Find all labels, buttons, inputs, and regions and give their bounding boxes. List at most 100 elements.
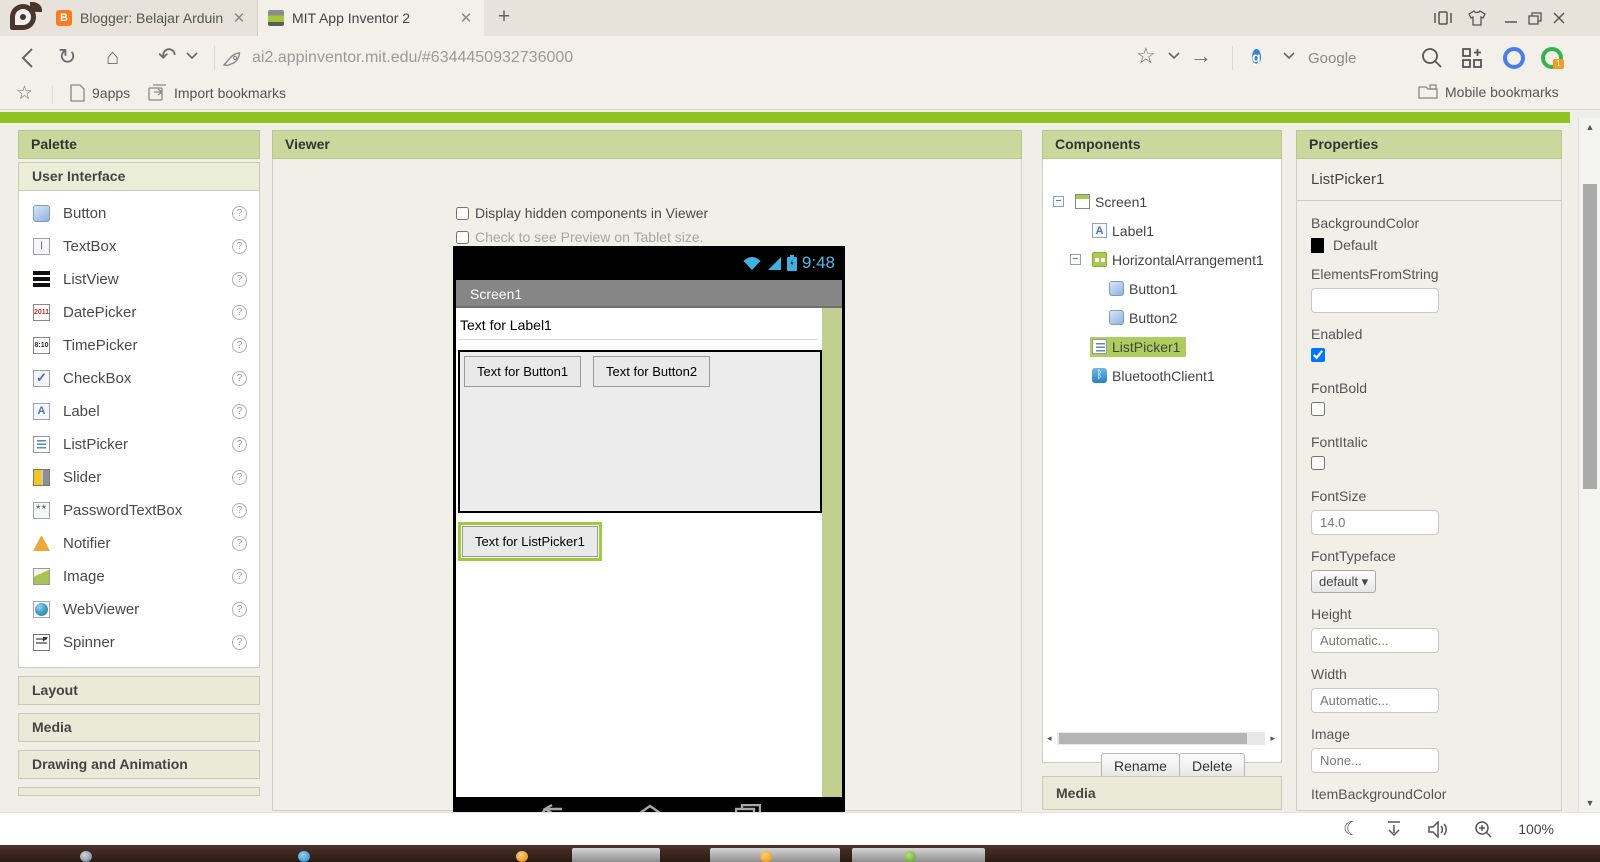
help-icon[interactable]: ? [232, 536, 247, 551]
help-icon[interactable]: ? [232, 239, 247, 254]
label1-component[interactable]: Text for Label1 [458, 314, 818, 340]
search-icon[interactable] [1420, 46, 1444, 70]
tree-item-bluetoothclient1[interactable]: ᛒ BluetoothClient1 [1090, 361, 1221, 390]
close-button[interactable] [1548, 8, 1570, 28]
property-checkbox[interactable] [1311, 348, 1325, 362]
favorite-dropdown-icon[interactable] [1168, 52, 1180, 60]
tree-selection-highlight[interactable]: ListPicker1 [1090, 336, 1187, 357]
help-icon[interactable]: ? [232, 371, 247, 386]
property-input[interactable] [1311, 288, 1439, 313]
tab-close-icon[interactable]: ✕ [458, 9, 474, 27]
taskbar-icon[interactable] [298, 851, 310, 862]
color-picker[interactable]: Default [1311, 237, 1547, 253]
theme-icon[interactable] [1466, 8, 1488, 28]
tablet-preview-option[interactable]: Check to see Preview on Tablet size. [456, 229, 704, 245]
restore-button[interactable] [1524, 8, 1546, 28]
apps-grid-icon[interactable] [1460, 46, 1484, 70]
undo-button[interactable]: ↶ [158, 45, 176, 67]
scroll-up-arrow-icon[interactable]: ▲ [1579, 118, 1600, 136]
help-icon[interactable]: ? [232, 206, 247, 221]
help-icon[interactable]: ? [232, 437, 247, 452]
taskbar-icon[interactable] [516, 851, 528, 862]
palette-section-partial[interactable] [18, 787, 260, 796]
tree-item-screen1[interactable]: − Screen1 [1053, 187, 1153, 216]
mobile-bookmarks[interactable]: Mobile bookmarks [1418, 84, 1559, 100]
favorite-star-icon[interactable]: ☆ [1136, 45, 1156, 67]
property-input[interactable] [1311, 510, 1439, 535]
taskbar-icon[interactable] [80, 851, 92, 862]
download-icon[interactable] [1386, 820, 1402, 838]
palette-item-label[interactable]: A Label? [19, 395, 259, 428]
help-icon[interactable]: ? [232, 569, 247, 584]
tab-close-icon[interactable]: ✕ [231, 9, 247, 27]
property-input[interactable] [1311, 748, 1439, 773]
reading-mode-icon[interactable] [1432, 8, 1454, 28]
add-bookmark-star-icon[interactable]: ☆ [16, 82, 33, 105]
scroll-right-arrow-icon[interactable]: ▸ [1265, 733, 1275, 744]
palette-section-media[interactable]: Media [18, 713, 260, 742]
search-engine-dropdown-icon[interactable] [1283, 52, 1295, 60]
url-text[interactable]: ai2.appinventor.mit.edu/#634445093273600… [252, 49, 573, 67]
scrollbar-thumb[interactable] [1583, 184, 1597, 489]
palette-item-button[interactable]: Button? [19, 197, 259, 230]
property-input[interactable] [1311, 628, 1439, 653]
tab-blogger[interactable]: B Blogger: Belajar Arduino - ✕ [46, 0, 258, 36]
tree-item-content[interactable]: Button2 [1107, 308, 1183, 328]
horizontal-arrangement-component[interactable]: Text for Button1 Text for Button2 [458, 350, 822, 513]
home-button[interactable]: ⌂ [106, 46, 119, 68]
taskbar-app-button[interactable] [710, 848, 840, 862]
reload-button[interactable]: ↻ [58, 46, 76, 68]
address-bar[interactable]: ai2.appinventor.mit.edu/#634445093273600… [222, 44, 573, 72]
download-manager-icon[interactable]: 1 [1541, 47, 1564, 69]
speaker-icon[interactable] [1428, 820, 1448, 838]
help-icon[interactable]: ? [232, 503, 247, 518]
minimize-button[interactable] [1500, 8, 1522, 28]
tree-item-button1[interactable]: Button1 [1107, 274, 1183, 303]
search-engine-label[interactable]: Google [1308, 50, 1356, 67]
collapse-expander-icon[interactable]: − [1070, 254, 1081, 265]
property-checkbox[interactable] [1311, 456, 1325, 470]
go-arrow-icon[interactable]: → [1190, 45, 1212, 67]
display-hidden-components-option[interactable]: Display hidden components in Viewer [456, 205, 708, 221]
import-bookmarks[interactable]: Import bookmarks [148, 84, 286, 101]
property-input[interactable] [1311, 688, 1439, 713]
help-icon[interactable]: ? [232, 305, 247, 320]
palette-item-webviewer[interactable]: WebViewer? [19, 593, 259, 626]
search-engine-icon[interactable]: g [1252, 47, 1261, 68]
palette-section-layout[interactable]: Layout [18, 676, 260, 705]
tab-app-inventor[interactable]: MIT App Inventor 2 ✕ [258, 0, 484, 36]
page-vertical-scrollbar[interactable]: ▲ ▼ [1578, 118, 1600, 812]
collapse-expander-icon[interactable]: − [1053, 196, 1064, 207]
palette-item-image[interactable]: Image? [19, 560, 259, 593]
property-dropdown[interactable]: default ▾ [1311, 570, 1377, 593]
palette-item-timepicker[interactable]: 8:10 TimePicker? [19, 329, 259, 362]
taskbar-app-button[interactable] [852, 848, 985, 862]
tree-item-listpicker1[interactable]: ListPicker1 [1090, 332, 1187, 361]
help-icon[interactable]: ? [232, 635, 247, 650]
tree-item-horizontalarrangement1[interactable]: − HorizontalArrangement1 [1070, 245, 1270, 274]
components-horizontal-scrollbar[interactable]: ◂ ▸ [1047, 731, 1275, 746]
palette-item-listpicker[interactable]: ListPicker? [19, 428, 259, 461]
bookmark-9apps[interactable]: 9apps [70, 84, 130, 102]
uc-speed-icon[interactable] [1503, 47, 1525, 69]
back-button[interactable] [16, 44, 40, 72]
help-icon[interactable]: ? [232, 470, 247, 485]
media-section-header[interactable]: Media [1042, 776, 1282, 810]
help-icon[interactable]: ? [232, 602, 247, 617]
tree-item-label1[interactable]: A Label1 [1090, 216, 1160, 245]
tablet-preview-checkbox[interactable] [456, 230, 469, 244]
palette-section-user-interface[interactable]: User Interface [18, 162, 260, 191]
zoom-level[interactable]: 100% [1518, 821, 1554, 837]
scroll-left-arrow-icon[interactable]: ◂ [1047, 733, 1057, 744]
tree-item-content[interactable]: ᛒ BluetoothClient1 [1090, 366, 1221, 386]
help-icon[interactable]: ? [232, 338, 247, 353]
scroll-down-arrow-icon[interactable]: ▼ [1579, 794, 1600, 812]
taskbar-app-button[interactable] [572, 848, 660, 862]
tree-item-content[interactable]: Button1 [1107, 279, 1183, 299]
help-icon[interactable]: ? [232, 404, 247, 419]
tree-item-button2[interactable]: Button2 [1107, 303, 1183, 332]
palette-item-listview[interactable]: ListView? [19, 263, 259, 296]
scrollbar-thumb[interactable] [1059, 733, 1247, 744]
palette-item-slider[interactable]: Slider? [19, 461, 259, 494]
palette-item-notifier[interactable]: Notifier? [19, 527, 259, 560]
